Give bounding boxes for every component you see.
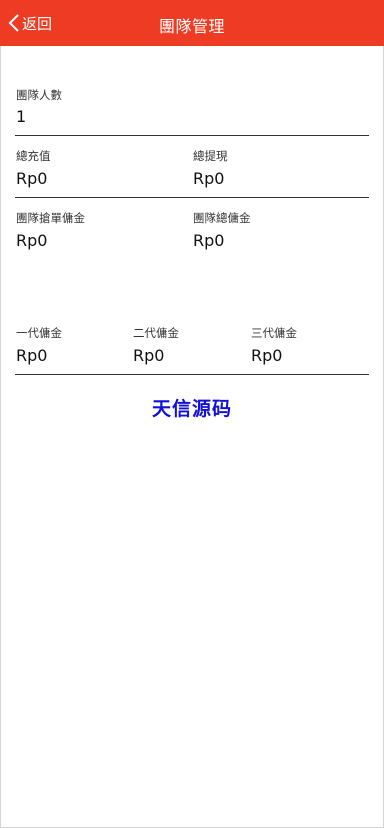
team-count-label: 團隊人數 [16,88,62,102]
divider [15,197,369,198]
divider [15,374,369,375]
grab-commission-value: Rp0 [16,231,48,250]
page-title: 團隊管理 [158,17,225,36]
total-withdraw-value: Rp0 [193,169,225,188]
divider [15,135,369,136]
level2-commission-label: 二代傭金 [133,326,179,340]
total-withdraw-label: 總提現 [193,149,228,163]
team-count-value: 1 [16,107,27,126]
level3-commission-value: Rp0 [251,346,283,365]
total-commission-label: 團隊總傭金 [193,211,251,225]
total-recharge-label: 總充值 [16,149,51,163]
app-header: 返回 團隊管理 [0,0,384,46]
level2-commission-value: Rp0 [133,346,165,365]
level3-commission-label: 三代傭金 [251,326,297,340]
level1-commission-value: Rp0 [16,346,48,365]
level1-commission-label: 一代傭金 [16,326,62,340]
watermark-text: 天信源码 [151,398,232,420]
total-commission-value: Rp0 [193,231,225,250]
total-recharge-value: Rp0 [16,169,48,188]
grab-commission-label: 團隊搶單傭金 [16,211,85,225]
